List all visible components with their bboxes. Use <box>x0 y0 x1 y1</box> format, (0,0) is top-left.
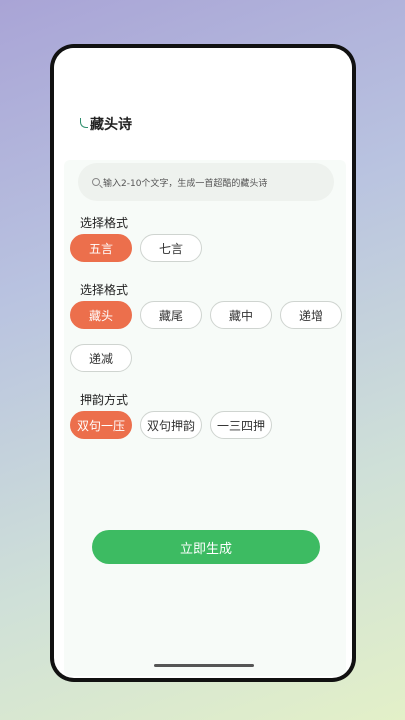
main-content: 输入2-10个文字，生成一首超酷的藏头诗 选择格式 五言 七言 选择格式 藏头 … <box>64 160 346 676</box>
chip-dijian[interactable]: 递减 <box>70 344 132 372</box>
generate-button[interactable]: 立即生成 <box>92 530 320 564</box>
format-label-1: 选择格式 <box>80 216 129 230</box>
chip-wuyan[interactable]: 五言 <box>70 234 132 262</box>
chip-cangzhong[interactable]: 藏中 <box>210 301 272 329</box>
chip-dizeng[interactable]: 递增 <box>280 301 342 329</box>
rhyme-label: 押韵方式 <box>80 393 129 407</box>
chip-cangwei[interactable]: 藏尾 <box>140 301 202 329</box>
chip-yisansi-ya[interactable]: 一三四押 <box>210 411 272 439</box>
format-label-2: 选择格式 <box>80 283 129 297</box>
app-screen: 藏头诗 输入2-10个文字，生成一首超酷的藏头诗 选择格式 五言 七言 选择格式… <box>54 48 352 678</box>
back-arrow-icon[interactable] <box>80 118 88 128</box>
chip-shuangju-yayun[interactable]: 双句押韵 <box>140 411 202 439</box>
header: 藏头诗 <box>54 48 352 160</box>
phone-frame: 藏头诗 输入2-10个文字，生成一首超酷的藏头诗 选择格式 五言 七言 选择格式… <box>50 44 356 682</box>
home-indicator <box>154 664 254 667</box>
chip-qiyan[interactable]: 七言 <box>140 234 202 262</box>
page-title: 藏头诗 <box>90 117 132 133</box>
chip-cangtou[interactable]: 藏头 <box>70 301 132 329</box>
search-placeholder: 输入2-10个文字，生成一首超酷的藏头诗 <box>103 178 268 189</box>
search-input[interactable]: 输入2-10个文字，生成一首超酷的藏头诗 <box>78 163 334 201</box>
search-icon <box>92 178 100 186</box>
chip-shuangju-yiya[interactable]: 双句一压 <box>70 411 132 439</box>
